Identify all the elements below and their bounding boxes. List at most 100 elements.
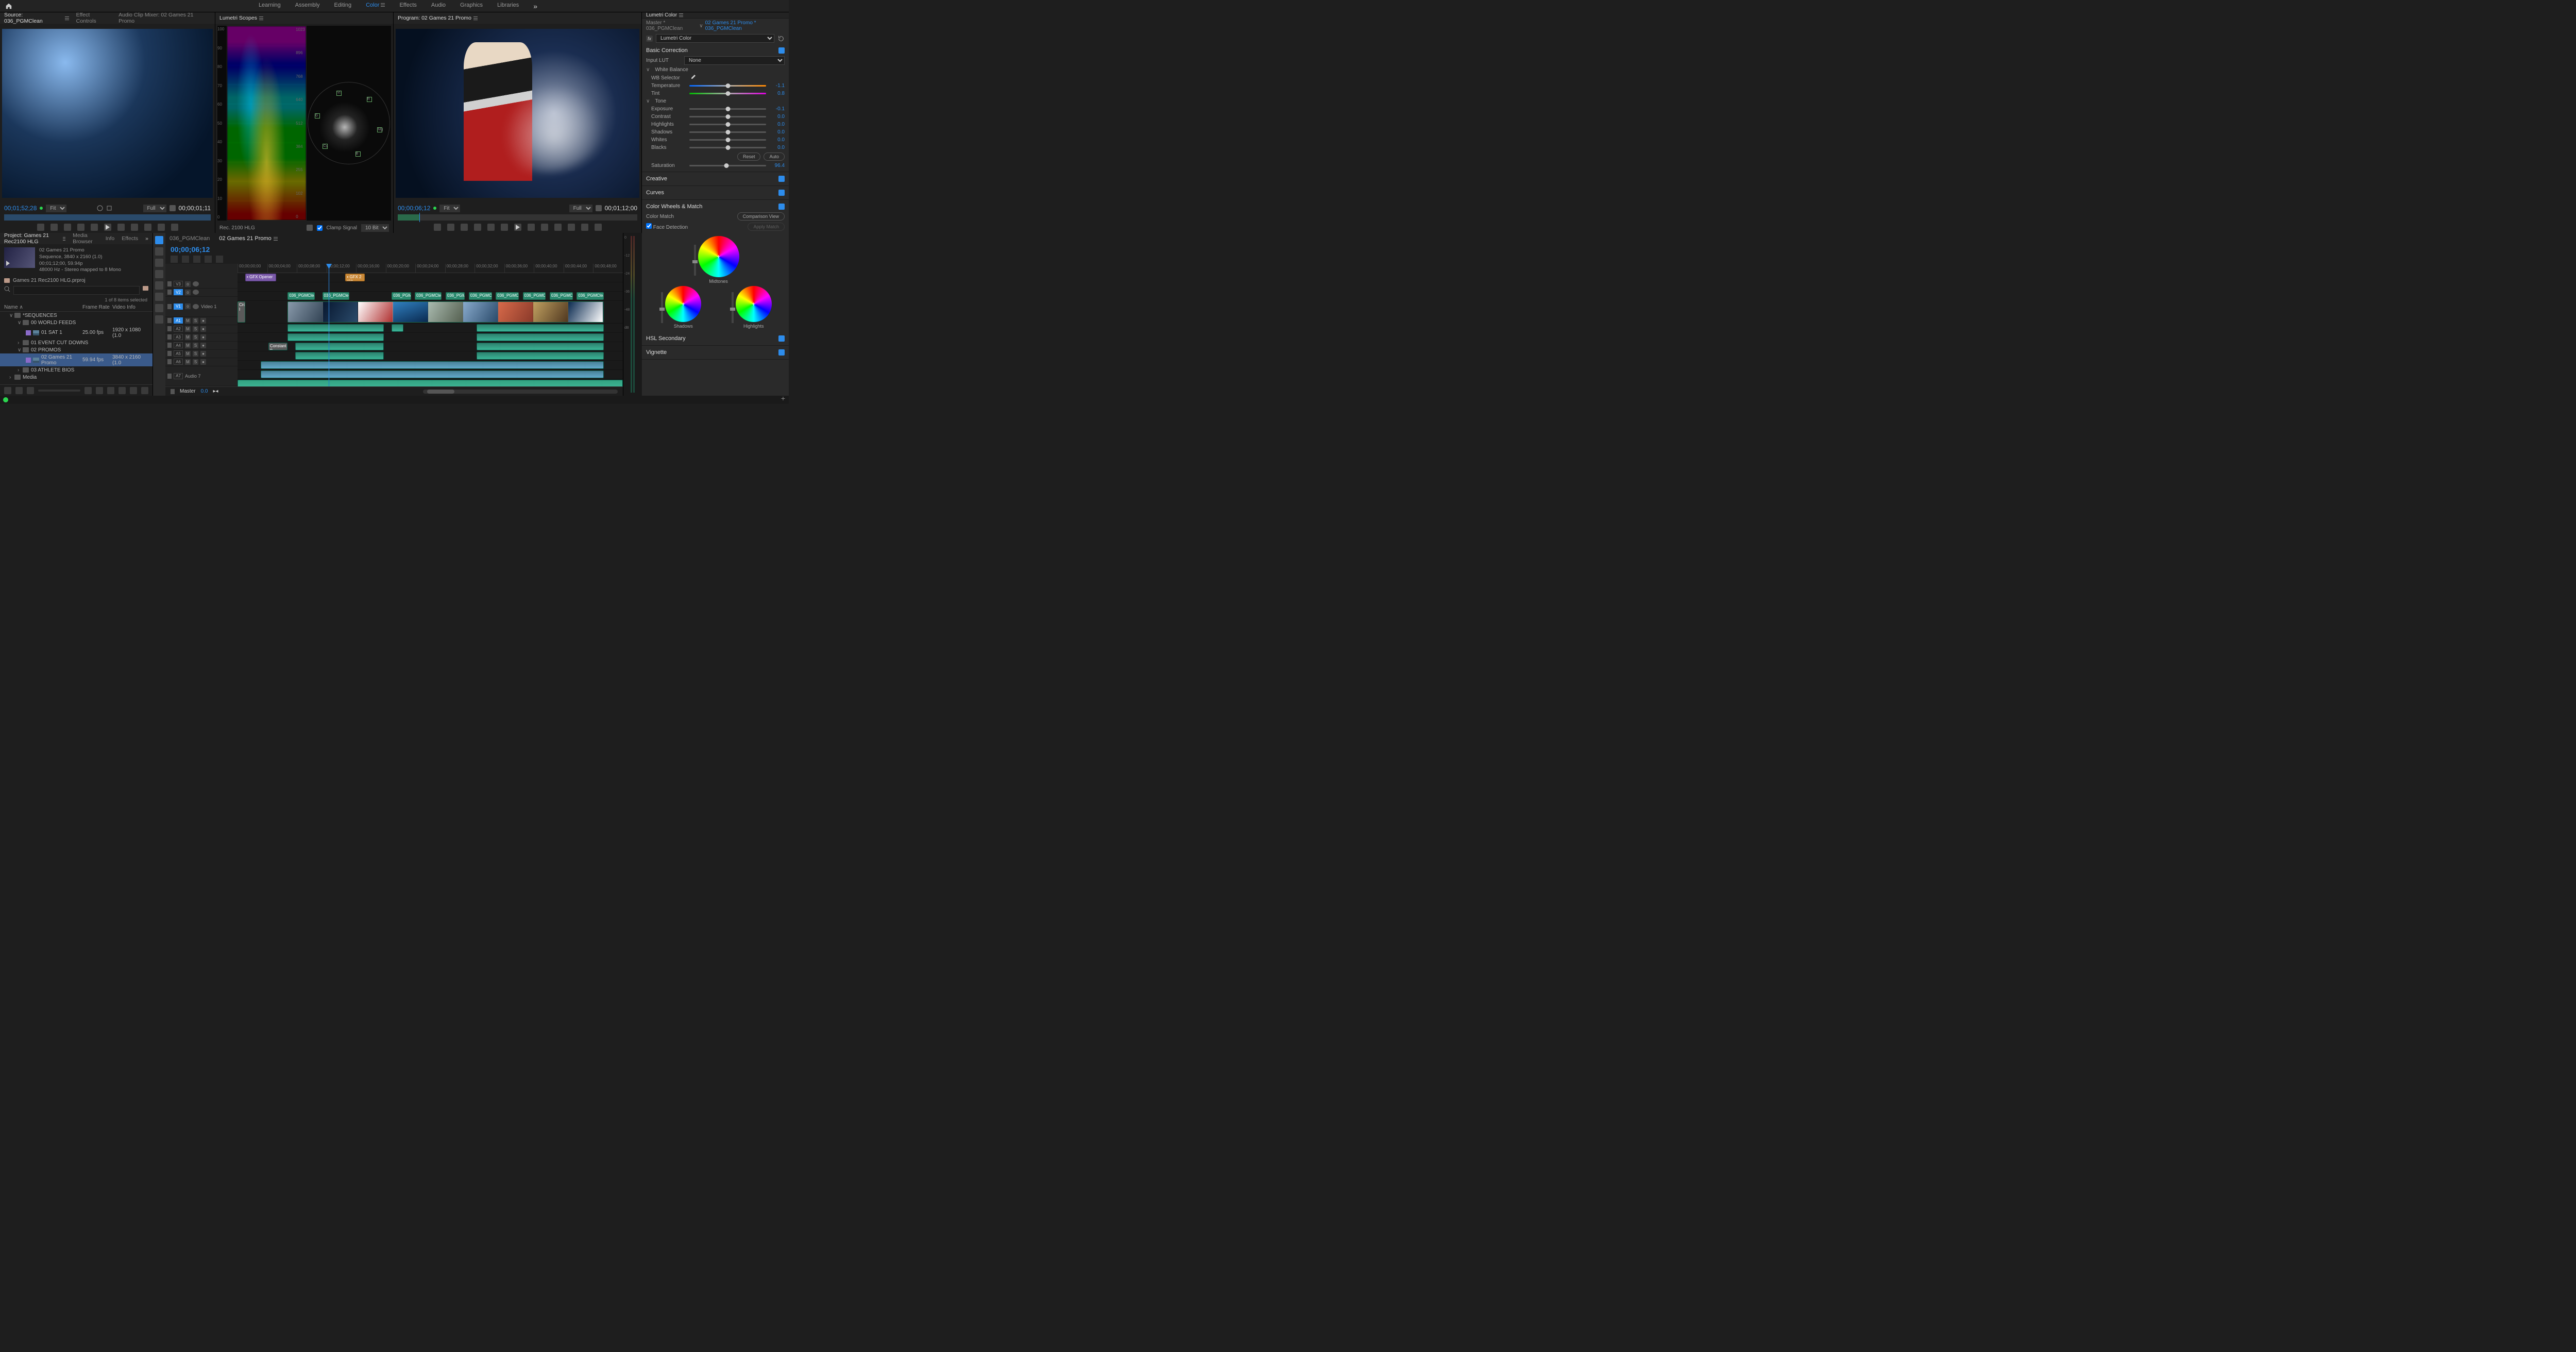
new-item-icon[interactable]: [106, 205, 112, 211]
step-fwd-icon[interactable]: [528, 224, 535, 231]
a2-lane[interactable]: [238, 333, 623, 342]
slip-tool-icon[interactable]: [155, 281, 163, 290]
a7-lane[interactable]: [238, 379, 623, 386]
ws-overflow[interactable]: »: [533, 2, 537, 10]
wrench-icon[interactable]: [170, 205, 176, 211]
v1-lane[interactable]: Cross I: [238, 301, 623, 324]
ruler-tick[interactable]: 00;00;32;00: [474, 264, 504, 273]
track-v2-header[interactable]: V2o: [165, 289, 238, 297]
contrast-value[interactable]: 0.0: [769, 114, 785, 120]
contrast-slider[interactable]: [689, 116, 766, 117]
new-bin-icon[interactable]: [143, 286, 148, 291]
ws-graphics[interactable]: Graphics: [460, 2, 483, 10]
marker-lane[interactable]: ▪ GFX Opener ▪ GFX 2 (60: [238, 273, 623, 282]
clip-preview-thumb[interactable]: [4, 247, 35, 268]
eye-icon[interactable]: [193, 281, 199, 286]
bin-row[interactable]: ∨*SEQUENCES: [0, 312, 152, 319]
ws-assembly[interactable]: Assembly: [295, 2, 320, 10]
timeline-ruler[interactable]: 00;00;00;0000;00;04;0000;00;08;0000;00;1…: [238, 264, 623, 273]
v2-clip-10[interactable]: 036_PGMClean: [577, 292, 603, 300]
whites-value[interactable]: 0.0: [769, 137, 785, 143]
lock-icon[interactable]: [167, 281, 172, 286]
exposure-value[interactable]: -0.1: [769, 106, 785, 112]
track-a7-header[interactable]: A7Audio 7: [165, 366, 238, 386]
wb-header[interactable]: ∨White Balance: [646, 66, 785, 74]
v2-clip-3[interactable]: 036_PGM: [392, 292, 411, 300]
section-curves[interactable]: Curves: [646, 188, 785, 197]
tab-info[interactable]: Info: [106, 235, 115, 242]
overwrite-icon[interactable]: [158, 224, 165, 231]
thumb-size-slider[interactable]: [38, 390, 80, 392]
fx-icon[interactable]: [447, 224, 454, 231]
selection-tool-icon[interactable]: [155, 236, 163, 244]
v2-clip-7[interactable]: 036_PGMCle: [496, 292, 519, 300]
auto-button[interactable]: Auto: [764, 153, 785, 161]
mid-lum-slider[interactable]: [694, 245, 696, 276]
exposure-slider[interactable]: [689, 108, 766, 110]
source-zoom[interactable]: Fit: [46, 205, 66, 212]
col-videoinfo[interactable]: Video Info: [112, 305, 148, 310]
a1-clip-1[interactable]: [287, 324, 384, 332]
bit-depth-select[interactable]: 10 Bit: [361, 224, 389, 232]
sequence-row[interactable]: 01 SAT 125.00 fps1920 x 1080 (1.0: [0, 326, 152, 339]
marker-gfx-2[interactable]: ▪ GFX 2 (60: [345, 274, 364, 281]
track-a5-header[interactable]: A5MS●: [165, 350, 238, 358]
track-a4-header[interactable]: A4MS●: [165, 342, 238, 350]
v2-clip-8[interactable]: 036_PGMClean: [523, 292, 546, 300]
find-icon[interactable]: [107, 387, 114, 394]
tab-media-browser[interactable]: Media Browser: [73, 232, 98, 245]
ruler-tick[interactable]: 00;00;40;00: [534, 264, 564, 273]
step-back-icon[interactable]: [501, 224, 508, 231]
mark-in-icon[interactable]: [461, 224, 468, 231]
highlights-value[interactable]: 0.0: [769, 122, 785, 127]
bin-row[interactable]: ›Media: [0, 374, 152, 381]
whites-slider[interactable]: [689, 139, 766, 141]
type-tool-icon[interactable]: [155, 315, 163, 324]
v1-main[interactable]: [287, 301, 603, 323]
reset-button[interactable]: Reset: [737, 153, 761, 161]
v3-lane[interactable]: [238, 282, 623, 292]
section-vignette[interactable]: Vignette: [646, 348, 785, 357]
master-value[interactable]: 0.0: [201, 388, 208, 394]
mark-out-icon[interactable]: [50, 224, 58, 231]
a3-clip[interactable]: [295, 343, 384, 350]
v2-clip-1[interactable]: 036_PGMClean: [287, 292, 314, 300]
trash-icon[interactable]: [141, 387, 148, 394]
tl-tab-1[interactable]: 02 Games 21 Promo: [219, 235, 278, 242]
settings-icon[interactable]: [205, 256, 212, 263]
temp-value[interactable]: -1.1: [769, 83, 785, 89]
track-v3-header[interactable]: V3o: [165, 280, 238, 289]
section-creative[interactable]: Creative: [646, 174, 785, 183]
project-search[interactable]: [13, 286, 140, 295]
a6-lane[interactable]: [238, 370, 623, 379]
tab-effect-controls[interactable]: Effect Controls: [76, 12, 112, 24]
source-viewer[interactable]: [2, 29, 213, 198]
list-view-icon[interactable]: [4, 387, 11, 394]
ws-libraries[interactable]: Libraries: [497, 2, 519, 10]
col-name[interactable]: Name ∧: [4, 305, 82, 310]
timeline-tc[interactable]: 00;00;06;12: [165, 244, 623, 255]
v1-cross[interactable]: Cross I: [238, 301, 245, 323]
wrench-icon[interactable]: [596, 205, 602, 211]
bin-row[interactable]: ›03 ATHLETE BIOS: [0, 366, 152, 374]
source-tc-in[interactable]: 00;01;52;28: [4, 205, 37, 212]
add-marker-icon[interactable]: [434, 224, 441, 231]
highlights-slider[interactable]: [689, 124, 766, 125]
go-out-icon[interactable]: [131, 224, 138, 231]
scope-settings-icon[interactable]: [307, 225, 313, 231]
auto-seq-icon[interactable]: [96, 387, 103, 394]
track-a3-header[interactable]: A3MS●: [165, 333, 238, 342]
lock-icon[interactable]: [167, 318, 172, 323]
marker-icon[interactable]: [193, 256, 200, 263]
hsl-toggle[interactable]: [778, 335, 785, 342]
program-viewer[interactable]: [396, 29, 639, 198]
ruler-tick[interactable]: 00;00;08;00: [297, 264, 327, 273]
temp-slider[interactable]: [689, 85, 766, 87]
settings-icon[interactable]: [97, 205, 103, 211]
shadows-slider[interactable]: [689, 131, 766, 133]
v2-clip-6[interactable]: 036_PGMCle: [469, 292, 492, 300]
eye-icon[interactable]: [193, 290, 199, 295]
section-cwm[interactable]: Color Wheels & Match: [646, 202, 785, 211]
sat-value[interactable]: 96.4: [769, 163, 785, 168]
a4-lane[interactable]: [238, 351, 623, 361]
